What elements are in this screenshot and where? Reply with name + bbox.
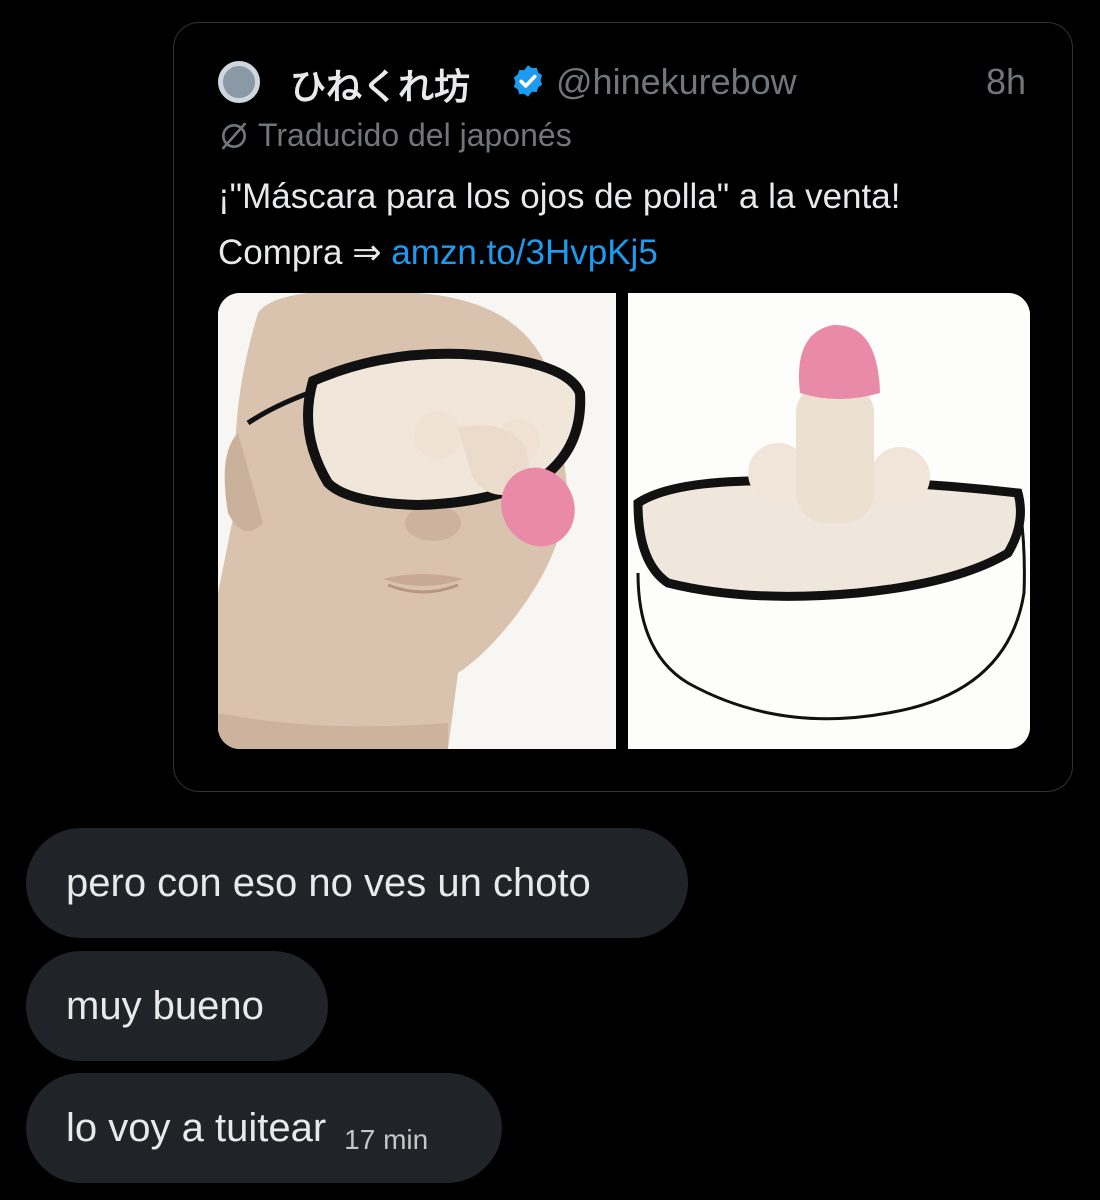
verified-badge-icon (513, 65, 543, 97)
tweet-text-prefix: Compra ⇒ (218, 233, 392, 272)
tweet-media[interactable] (218, 293, 1030, 749)
message-bubble[interactable]: muy bueno (26, 951, 328, 1061)
tweet-time: 8h (985, 61, 1026, 102)
message-text: pero con eso no ves un choto (66, 860, 591, 905)
message-bubble[interactable]: lo voy a tuitear 17 min (26, 1073, 502, 1183)
message-text: lo voy a tuitear (66, 1105, 327, 1150)
message-bubble[interactable]: pero con eso no ves un choto (26, 828, 688, 938)
tweet-text: ¡"Máscara para los ojos de polla" a la v… (218, 169, 1058, 281)
message-timestamp: 17 min (344, 1124, 429, 1155)
author-display-name[interactable]: ひねくれ坊 (290, 58, 470, 110)
translation-note[interactable]: Traducido del japonés (218, 117, 572, 154)
message-text: muy bueno (66, 983, 264, 1028)
media-image-mannequin[interactable] (218, 293, 616, 749)
quoted-tweet-card[interactable]: ひねくれ坊 @hinekurebow 8h Traducido del japo… (173, 22, 1073, 792)
author-avatar[interactable] (218, 61, 260, 103)
translate-icon (222, 122, 246, 149)
tweet-link[interactable]: amzn.to/3HvpKj5 (391, 233, 658, 272)
media-image-product[interactable] (628, 293, 1030, 749)
tweet-text-line1: ¡"Máscara para los ojos de polla" a la v… (218, 177, 901, 216)
translation-label: Traducido del japonés (258, 117, 572, 153)
author-handle[interactable]: @hinekurebow (556, 61, 797, 103)
